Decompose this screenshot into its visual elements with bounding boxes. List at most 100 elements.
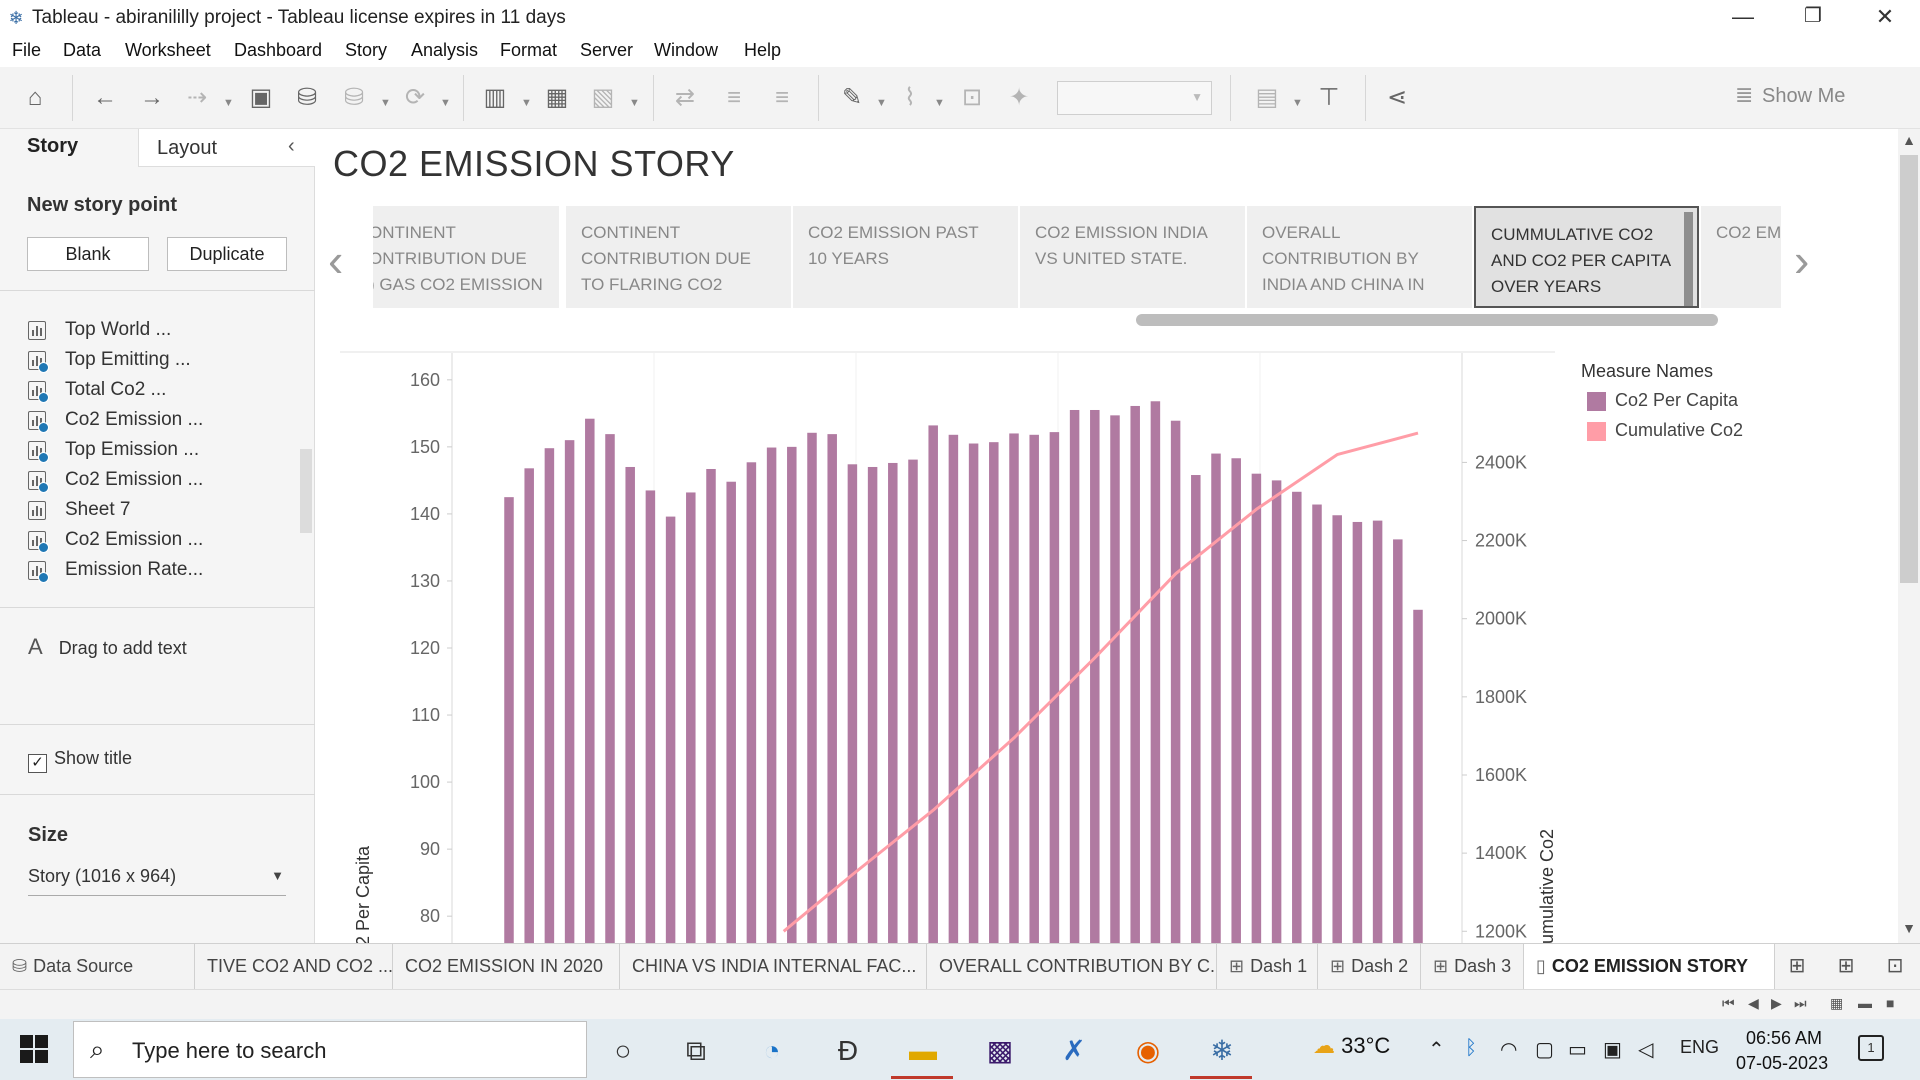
chevron-down-icon[interactable]: ▼ [629, 97, 640, 109]
chevron-down-icon[interactable]: ▼ [521, 97, 532, 109]
menu-help[interactable]: Help [744, 40, 781, 61]
blank-button[interactable]: Blank [27, 237, 149, 271]
calculator-icon[interactable]: ✗ [1054, 1031, 1094, 1071]
menu-data[interactable]: Data [63, 40, 101, 61]
menu-window[interactable]: Window [654, 40, 718, 61]
drag-to-add-text[interactable]: A Drag to add text [28, 634, 187, 660]
camera-icon[interactable]: ▢ [1535, 1037, 1554, 1062]
show-title-checkbox[interactable]: ✓ [28, 754, 47, 773]
new-data-source-icon[interactable]: ⛁ [290, 81, 324, 115]
tableau-taskbar-icon[interactable]: ❄ [1202, 1031, 1242, 1071]
weather-widget[interactable]: ☁ 33°C [1313, 1033, 1390, 1059]
vertical-scrollbar-thumb[interactable] [1900, 155, 1918, 583]
story-navigator-scrollbar[interactable] [1136, 314, 1718, 326]
forward-icon[interactable]: → [135, 81, 169, 115]
menu-story[interactable]: Story [345, 40, 387, 61]
story-point-scrollbar[interactable] [1684, 212, 1693, 306]
duplicate-sheet-icon[interactable]: ▦ [540, 81, 574, 115]
show-me-button[interactable]: Show Me [1762, 85, 1845, 108]
new-worksheet-icon[interactable]: ▥ [478, 81, 512, 115]
highlight-icon[interactable]: ✎ [835, 81, 869, 115]
battery-icon[interactable]: ▭ [1568, 1037, 1587, 1062]
firefox-icon[interactable]: ◉ [1128, 1031, 1168, 1071]
duplicate-button[interactable]: Duplicate [167, 237, 287, 271]
group-icon[interactable]: ⌇ [893, 81, 927, 115]
menu-file[interactable]: File [12, 40, 41, 61]
clear-sheet-icon[interactable]: ▧ [586, 81, 620, 115]
previous-story-point-icon[interactable]: ‹ [328, 233, 343, 287]
chevron-down-icon[interactable]: ▼ [876, 97, 887, 109]
filmstrip-icon[interactable]: ▬ [1858, 995, 1872, 1011]
app-icon[interactable]: Ð [828, 1031, 868, 1071]
chevron-down-icon[interactable]: ▼ [440, 97, 451, 109]
new-dashboard-tab-icon[interactable]: ⊞ [1831, 951, 1861, 981]
story-point-0[interactable]: ONTINENT ONTRIBUTION DUE) GAS CO2 EMISSIO… [373, 206, 559, 308]
sheet-tab[interactable]: CO2 EMISSION IN 2020 [393, 944, 620, 989]
back-icon[interactable]: ← [88, 81, 122, 115]
pause-updates-icon[interactable]: ⛁ [337, 81, 371, 115]
minimize-button[interactable]: — [1708, 0, 1778, 35]
story-point-3[interactable]: CO2 EMISSION INDIA VS UNITED STATE. [1020, 206, 1245, 308]
show-title-toggle[interactable]: ✓ Show title [28, 748, 132, 773]
sheet-tab[interactable]: CHINA VS INDIA INTERNAL FAC... [620, 944, 927, 989]
chevron-down-icon[interactable]: ▼ [380, 97, 391, 109]
chevron-up-icon[interactable]: ⌃ [1428, 1037, 1445, 1062]
story-point-4[interactable]: OVERALL CONTRIBUTION BY INDIA AND CHINA IN [1247, 206, 1472, 308]
taskbar-search-input[interactable]: ⌕ Type here to search [73, 1021, 587, 1078]
scroll-down-icon[interactable]: ▼ [1898, 920, 1920, 936]
menu-worksheet[interactable]: Worksheet [125, 40, 211, 61]
show-me-icon[interactable]: ≣ [1735, 82, 1753, 108]
show-cards-icon[interactable]: ▤ [1250, 81, 1284, 115]
sheet-tab[interactable]: OVERALL CONTRIBUTION BY C... [927, 944, 1217, 989]
sort-descending-icon[interactable]: ≡ [765, 81, 799, 115]
fit-select[interactable]: ▼ [1057, 81, 1212, 115]
sheet-tab[interactable]: ⊞ Dash 3 [1421, 944, 1524, 989]
clock-time[interactable]: 06:56 AM [1746, 1028, 1822, 1049]
story-point-6[interactable]: CO2 EM [1701, 206, 1781, 308]
label-icon[interactable]: ⊡ [955, 81, 989, 115]
save-icon[interactable]: ▣ [244, 81, 278, 115]
menu-server[interactable]: Server [580, 40, 633, 61]
clock-date[interactable]: 07-05-2023 [1736, 1053, 1828, 1074]
chevron-down-icon[interactable]: ▼ [934, 97, 945, 109]
collapse-pane-icon[interactable]: ‹ [288, 135, 295, 158]
swap-icon[interactable]: ⇄ [668, 81, 702, 115]
tab-story[interactable]: Story [0, 129, 138, 167]
sheet-tab[interactable]: ▯ CO2 EMISSION STORY [1524, 944, 1775, 989]
sheet-tab[interactable]: ⊞ Dash 1 [1217, 944, 1318, 989]
last-sheet-icon[interactable]: ⏭ [1794, 995, 1807, 1012]
bluetooth-icon[interactable]: ᛒ [1465, 1037, 1477, 1060]
next-sheet-icon[interactable]: ▶ [1771, 995, 1782, 1012]
close-button[interactable]: ✕ [1850, 0, 1920, 35]
refresh-icon[interactable]: ⟳ [398, 81, 432, 115]
pin-icon[interactable]: ✦ [1002, 81, 1036, 115]
sort-ascending-icon[interactable]: ≡ [717, 81, 751, 115]
sheet-tab[interactable]: TIVE CO2 AND CO2 ... [195, 944, 393, 989]
sheet-sorter-icon[interactable]: ▦ [1830, 995, 1843, 1012]
share-icon[interactable]: ⋖ [1380, 81, 1414, 115]
scroll-up-icon[interactable]: ▲ [1898, 132, 1920, 148]
sheet-list-scrollbar[interactable] [300, 449, 312, 533]
edge-browser-icon[interactable]: ◔ [752, 1031, 792, 1071]
sheet-tab[interactable]: ⛁ Data Source [0, 944, 195, 989]
menu-dashboard[interactable]: Dashboard [234, 40, 322, 61]
display-icon[interactable]: ▣ [1603, 1037, 1622, 1062]
cortana-icon[interactable]: ○ [603, 1031, 643, 1071]
story-point-2[interactable]: CO2 EMISSION PAST 10 YEARS [793, 206, 1018, 308]
new-worksheet-tab-icon[interactable]: ⊞ [1782, 951, 1812, 981]
story-size-select[interactable]: Story (1016 x 964) ▼ [28, 866, 286, 896]
next-story-point-icon[interactable]: › [1794, 233, 1809, 287]
story-point-5[interactable]: CUMMULATIVE CO2 AND CO2 PER CAPITA OVER YE… [1474, 206, 1699, 308]
chevron-down-icon[interactable]: ▼ [1292, 97, 1303, 109]
language-indicator[interactable]: ENG [1680, 1037, 1719, 1058]
menu-format[interactable]: Format [500, 40, 557, 61]
restore-button[interactable]: ❐ [1778, 0, 1848, 35]
first-sheet-icon[interactable]: ⏮ [1722, 995, 1735, 1012]
windows-start-icon[interactable] [20, 1035, 50, 1065]
new-story-tab-icon[interactable]: ⊡ [1880, 951, 1910, 981]
tex-editor-icon[interactable]: ▩ [980, 1031, 1020, 1071]
file-explorer-icon[interactable]: ▬ [903, 1031, 943, 1071]
presentation-mode-icon[interactable]: ⊤ [1312, 81, 1346, 115]
menu-analysis[interactable]: Analysis [411, 40, 478, 61]
task-view-icon[interactable]: ⧉ [676, 1031, 716, 1071]
